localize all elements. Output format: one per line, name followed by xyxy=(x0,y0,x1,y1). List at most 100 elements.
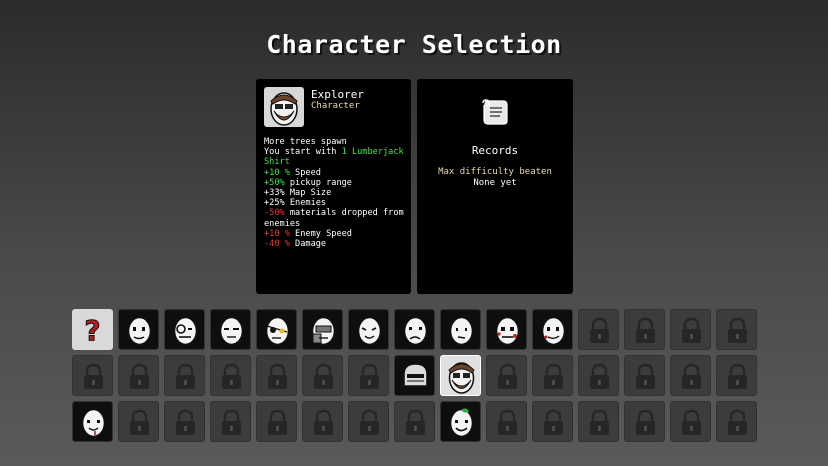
padlock-icon xyxy=(671,356,710,397)
padlock-icon xyxy=(533,402,572,443)
padlock-icon xyxy=(533,356,572,397)
description-text: Damage xyxy=(289,239,327,250)
character-slot[interactable] xyxy=(440,309,481,350)
character-slot[interactable] xyxy=(72,401,113,442)
locked-character-slot[interactable] xyxy=(118,401,159,442)
locked-character-slot[interactable] xyxy=(394,401,435,442)
padlock-icon xyxy=(671,402,710,443)
locked-character-slot[interactable] xyxy=(578,355,619,396)
padlock-icon xyxy=(303,356,342,397)
egg-face-squint-icon xyxy=(211,310,250,351)
character-slot[interactable] xyxy=(164,309,205,350)
description-line: +33% Map Size xyxy=(264,188,408,198)
locked-character-slot[interactable] xyxy=(578,309,619,350)
knight-helmet-icon xyxy=(395,356,434,397)
character-slot[interactable] xyxy=(210,309,251,350)
locked-character-slot[interactable] xyxy=(256,355,297,396)
locked-character-slot[interactable] xyxy=(716,401,757,442)
padlock-icon xyxy=(257,356,296,397)
character-slot[interactable] xyxy=(394,309,435,350)
egg-face-leaf-icon xyxy=(441,402,480,443)
character-slot[interactable] xyxy=(486,309,527,350)
character-slot[interactable] xyxy=(532,309,573,350)
padlock-icon xyxy=(625,310,664,351)
svg-text:?: ? xyxy=(84,314,100,347)
character-slot[interactable] xyxy=(394,355,435,396)
character-type: Character xyxy=(311,101,360,111)
explorer-portrait-icon xyxy=(441,356,480,397)
padlock-icon xyxy=(671,310,710,351)
locked-character-slot[interactable] xyxy=(302,355,343,396)
padlock-icon xyxy=(119,402,158,443)
description-text: +10 % xyxy=(264,228,290,239)
locked-character-slot[interactable] xyxy=(624,309,665,350)
description-text: -50% xyxy=(264,208,285,219)
padlock-icon xyxy=(211,356,250,397)
description-text: +25% Enemies xyxy=(264,198,327,209)
padlock-icon xyxy=(625,356,664,397)
padlock-icon xyxy=(211,402,250,443)
locked-character-slot[interactable] xyxy=(210,401,251,442)
locked-character-slot[interactable] xyxy=(716,355,757,396)
locked-character-slot[interactable] xyxy=(670,309,711,350)
locked-character-slot[interactable] xyxy=(578,401,619,442)
description-line: +50% pickup range xyxy=(264,178,408,188)
locked-character-slot[interactable] xyxy=(118,355,159,396)
character-info-panel: Explorer Character More trees spawn You s… xyxy=(256,79,411,294)
character-slot[interactable] xyxy=(118,309,159,350)
character-slot[interactable] xyxy=(440,401,481,442)
selected-character-slot[interactable] xyxy=(440,355,481,396)
locked-character-slot[interactable] xyxy=(532,401,573,442)
locked-character-slot[interactable] xyxy=(624,355,665,396)
locked-character-slot[interactable] xyxy=(486,401,527,442)
scroll-icon xyxy=(479,97,511,127)
random-character-slot[interactable]: ? xyxy=(72,309,113,350)
description-line: +10 % Speed xyxy=(264,168,408,178)
screen-title: Character Selection xyxy=(266,30,562,59)
records-title: Records xyxy=(471,144,519,157)
description-line: You start with 1 Lumberjack Shirt xyxy=(264,147,408,167)
locked-character-slot[interactable] xyxy=(164,401,205,442)
locked-character-slot[interactable] xyxy=(210,355,251,396)
padlock-icon xyxy=(349,356,388,397)
locked-character-slot[interactable] xyxy=(164,355,205,396)
locked-character-slot[interactable] xyxy=(532,355,573,396)
explorer-portrait-icon xyxy=(264,87,304,127)
locked-character-slot[interactable] xyxy=(302,401,343,442)
padlock-icon xyxy=(717,402,756,443)
locked-character-slot[interactable] xyxy=(670,355,711,396)
padlock-icon xyxy=(349,402,388,443)
character-description: More trees spawn You start with 1 Lumberj… xyxy=(264,137,408,249)
padlock-icon xyxy=(303,402,342,443)
question-mark-icon: ? xyxy=(72,309,113,350)
egg-face-smirk-icon xyxy=(533,310,572,351)
egg-face-grin-icon xyxy=(441,310,480,351)
padlock-icon xyxy=(165,356,204,397)
character-slot[interactable] xyxy=(256,309,297,350)
locked-character-slot[interactable] xyxy=(624,401,665,442)
description-line: +10 % Enemy Speed xyxy=(264,229,408,239)
padlock-icon xyxy=(579,310,618,351)
locked-character-slot[interactable] xyxy=(716,309,757,350)
padlock-icon xyxy=(395,402,434,443)
locked-character-slot[interactable] xyxy=(486,355,527,396)
description-text: You start with xyxy=(264,147,342,158)
records-value: None yet xyxy=(473,178,517,188)
character-name: Explorer xyxy=(311,88,364,101)
locked-character-slot[interactable] xyxy=(670,401,711,442)
description-line: +25% Enemies xyxy=(264,198,408,208)
egg-face-tongue-icon xyxy=(349,310,388,351)
character-slot[interactable] xyxy=(302,309,343,350)
character-slot[interactable] xyxy=(348,309,389,350)
description-text: +10 % xyxy=(264,167,290,178)
padlock-icon xyxy=(165,402,204,443)
locked-character-slot[interactable] xyxy=(72,355,113,396)
locked-character-slot[interactable] xyxy=(256,401,297,442)
padlock-icon xyxy=(579,356,618,397)
locked-character-slot[interactable] xyxy=(348,401,389,442)
padlock-icon xyxy=(487,356,526,397)
padlock-icon xyxy=(579,402,618,443)
records-subtitle: Max difficulty beaten xyxy=(438,167,552,177)
records-panel: Records Max difficulty beaten None yet xyxy=(417,79,573,294)
locked-character-slot[interactable] xyxy=(348,355,389,396)
